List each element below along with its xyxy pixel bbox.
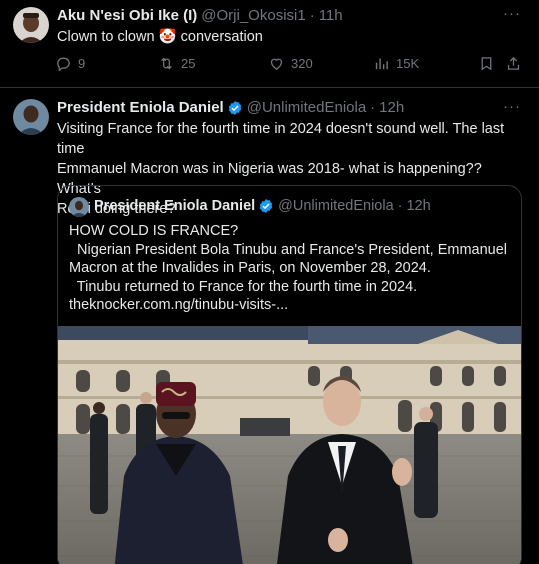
- tweet-text-end: conversation: [180, 29, 263, 45]
- post-time[interactable]: 12h: [379, 99, 404, 116]
- views-count: 15K: [396, 56, 420, 71]
- quote-text: HOW COLD IS FRANCE? Nigerian President B…: [69, 222, 514, 315]
- action-bar: 9 25 320 15K: [55, 55, 530, 75]
- quoted-tweet[interactable]: President Eniola Daniel @UnlimitedEniola…: [57, 185, 522, 564]
- share-button[interactable]: [505, 55, 528, 72]
- quote-header: President Eniola Daniel @UnlimitedEniola…: [94, 198, 431, 214]
- quote-link[interactable]: theknocker.com.ng/tinubu-visits-...: [69, 296, 514, 315]
- tweet-eniola-daniel[interactable]: President Eniola Daniel @UnlimitedEniola…: [0, 89, 539, 564]
- separator-dot: ·: [370, 99, 376, 116]
- quote-author-handle: @UnlimitedEniola: [278, 198, 394, 214]
- bookmark-icon: [481, 57, 492, 71]
- tweet-text-start: Clown to clown: [57, 29, 155, 45]
- author-handle[interactable]: @UnlimitedEniola: [247, 99, 366, 116]
- repost-button[interactable]: 25: [158, 55, 195, 72]
- quote-text-line: HOW COLD IS FRANCE?: [69, 223, 239, 239]
- verified-badge-icon: [228, 100, 241, 115]
- like-icon: [270, 58, 283, 70]
- like-button[interactable]: 320: [268, 55, 313, 72]
- quote-text-line: Nigerian President Bola Tinubu and Franc…: [69, 241, 508, 258]
- quote-avatar: [69, 197, 89, 217]
- bookmark-button[interactable]: [478, 55, 501, 72]
- reply-icon: [57, 57, 70, 72]
- share-icon: [507, 56, 520, 70]
- quote-author-name: President Eniola Daniel: [94, 198, 256, 214]
- more-icon[interactable]: ···: [503, 5, 521, 22]
- quote-time: 12h: [406, 198, 431, 214]
- tweet-text: Clown to clown 🤡 conversation: [57, 27, 263, 47]
- author-name[interactable]: President Eniola Daniel: [57, 99, 224, 116]
- views-icon: [375, 58, 388, 70]
- tweet-text-line: Visiting France for the fourth time in 2…: [57, 121, 505, 157]
- avatar-orji[interactable]: [13, 7, 49, 43]
- views-button[interactable]: 15K: [373, 55, 419, 72]
- tweet-header: Aku N'esi Obi Ike (I) @Orji_Okosisi1 · 1…: [57, 7, 343, 24]
- like-count: 320: [291, 56, 313, 71]
- repost-icon: [161, 57, 172, 70]
- separator-dot: ·: [397, 198, 403, 214]
- quote-text-line: Macron at the Invalides in Paris, on Nov…: [69, 260, 431, 276]
- author-name[interactable]: Aku N'esi Obi Ike (I): [57, 7, 197, 24]
- tweet-header: President Eniola Daniel @UnlimitedEniola…: [57, 99, 404, 116]
- post-time[interactable]: 11h: [319, 7, 343, 24]
- reply-count: 9: [78, 56, 86, 71]
- author-handle[interactable]: @Orji_Okosisi1: [201, 7, 305, 24]
- quote-text-line: Tinubu returned to France for the fourth…: [69, 278, 418, 295]
- avatar-eniola[interactable]: [13, 99, 49, 135]
- clown-emoji: 🤡: [158, 29, 177, 45]
- separator-dot: ·: [309, 7, 315, 24]
- repost-count: 25: [181, 56, 196, 71]
- tweet-orji-okosisi[interactable]: Aku N'esi Obi Ike (I) @Orji_Okosisi1 · 1…: [0, 0, 539, 88]
- quote-photo[interactable]: [58, 326, 522, 564]
- reply-button[interactable]: 9: [55, 55, 85, 72]
- verified-badge-icon: [259, 199, 273, 213]
- more-icon[interactable]: ···: [503, 98, 521, 115]
